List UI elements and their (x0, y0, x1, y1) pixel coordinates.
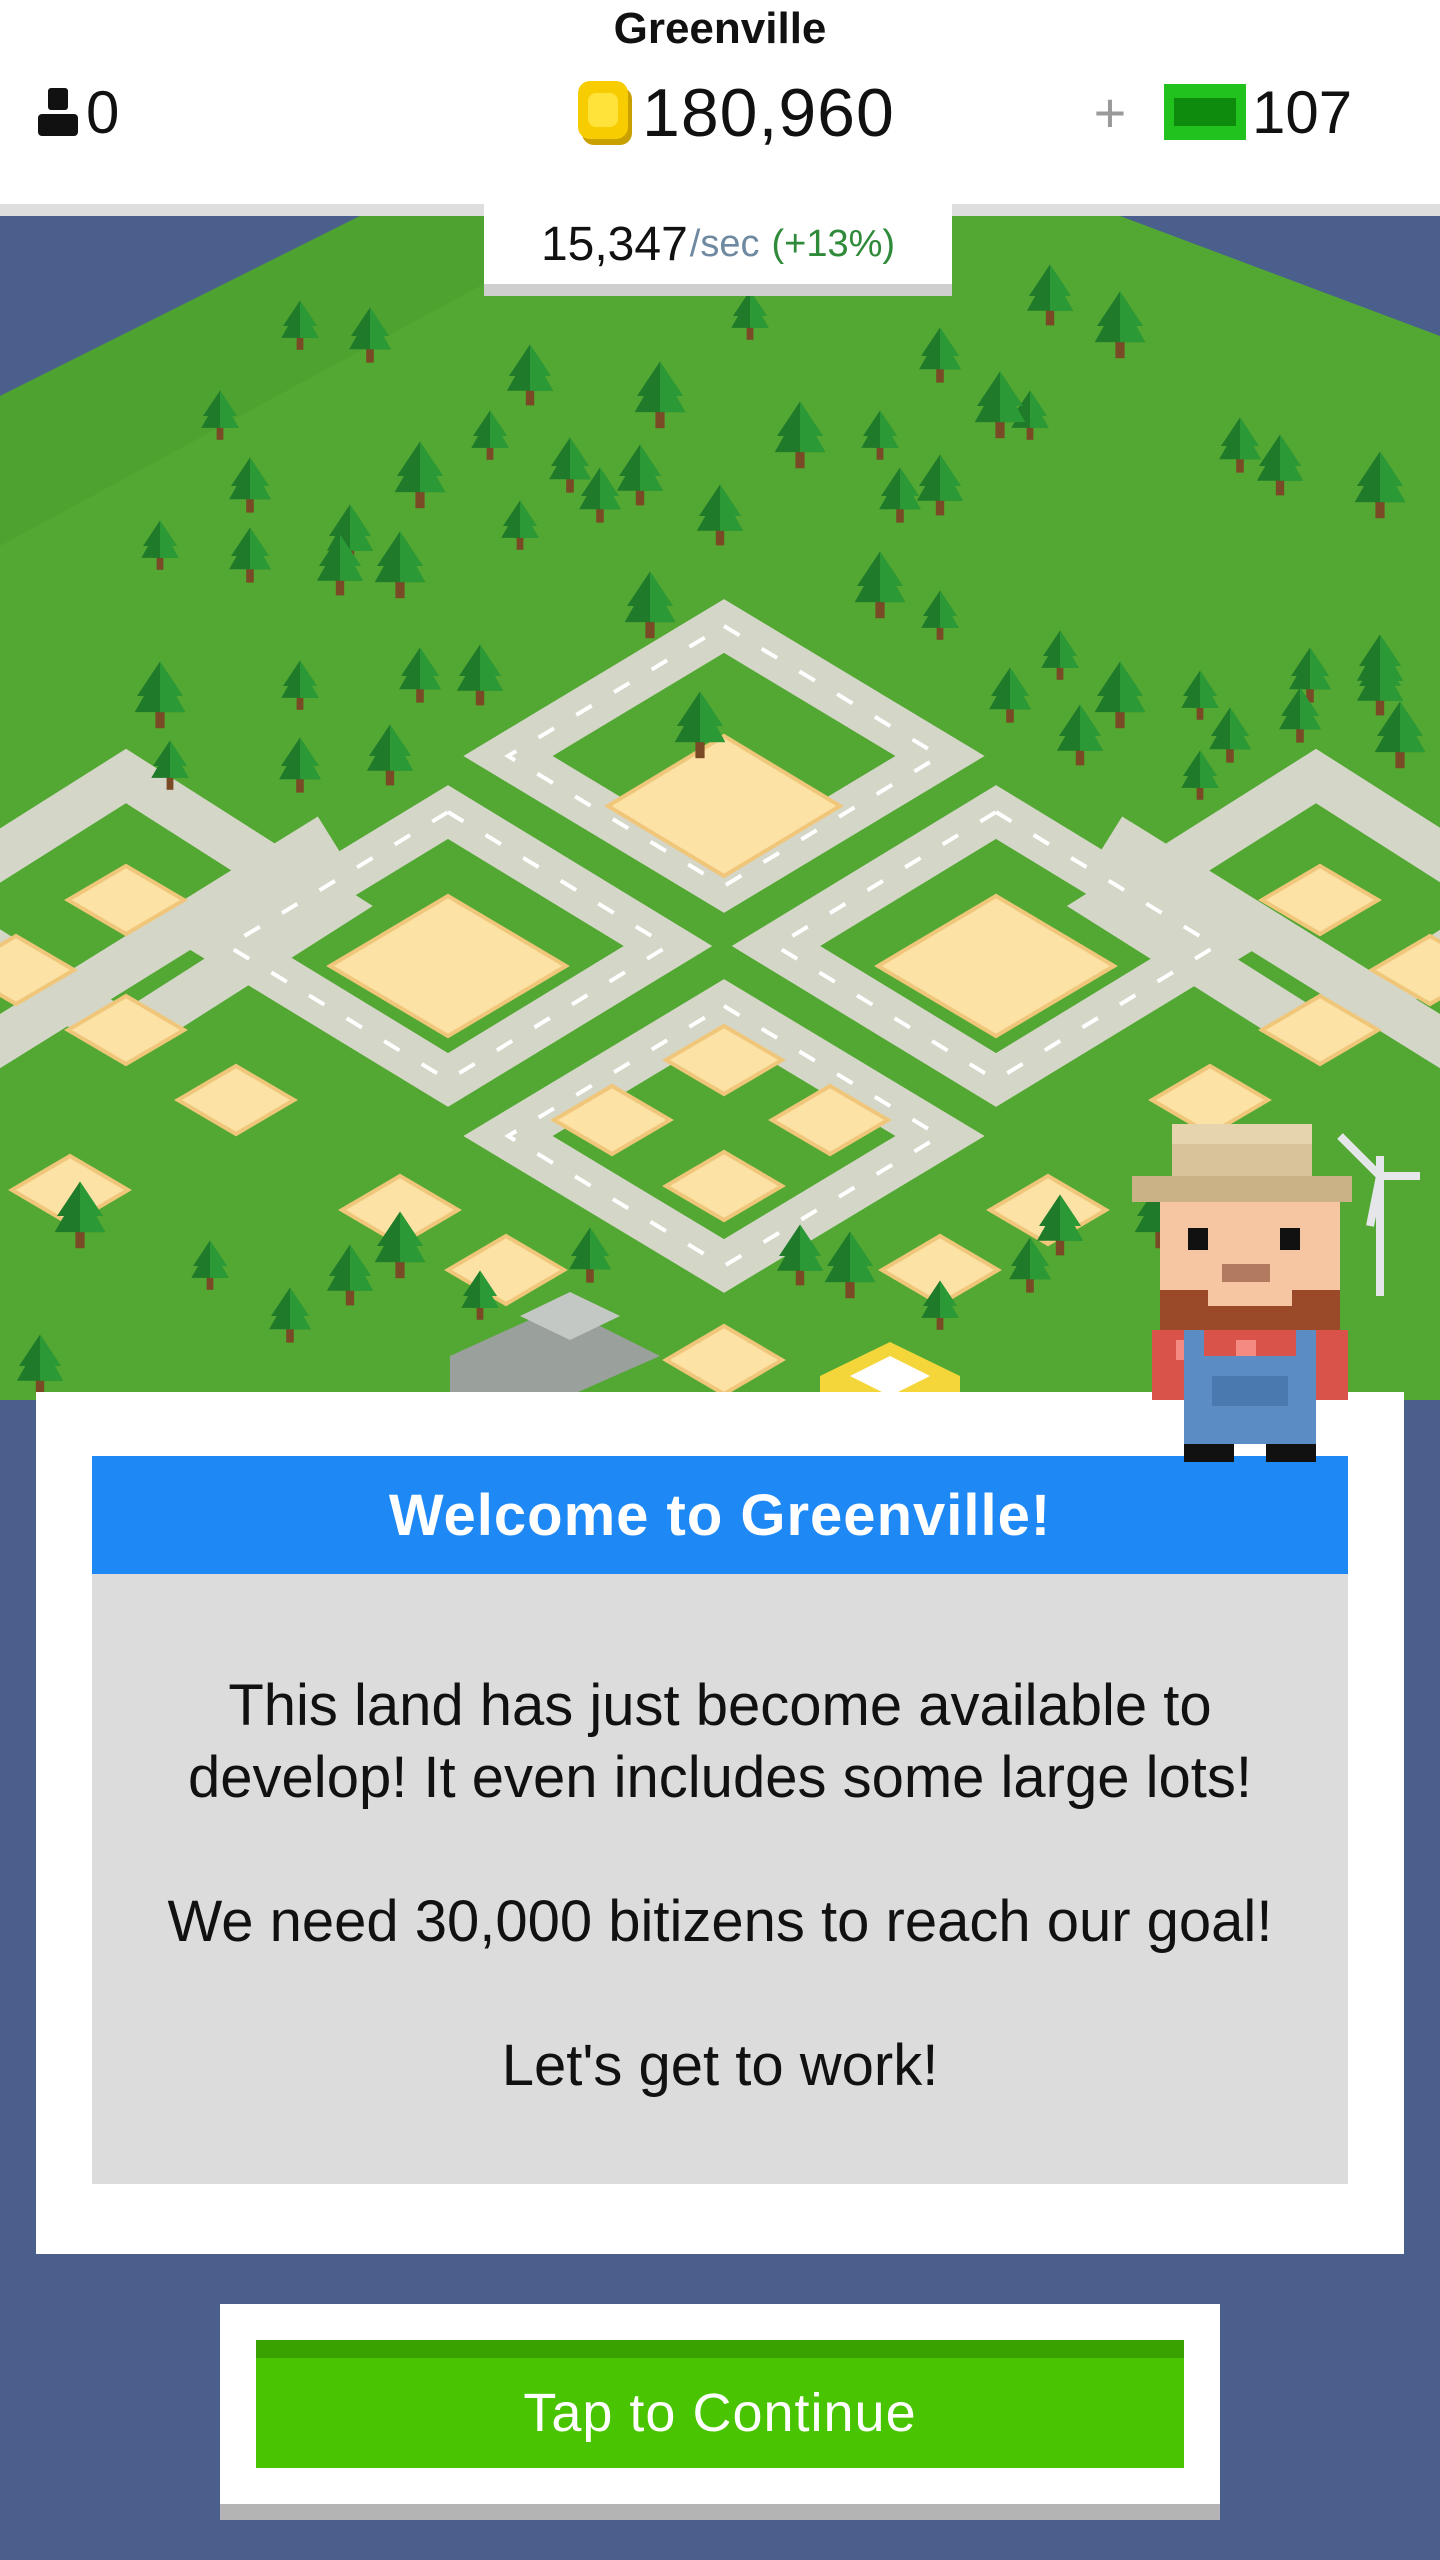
income-rate-bonus: (+13%) (771, 222, 896, 265)
tap-to-continue-button[interactable]: Tap to Continue (256, 2340, 1184, 2468)
continue-button-frame: Tap to Continue (220, 2304, 1220, 2520)
continue-button-label: Tap to Continue (523, 2383, 917, 2443)
income-rate-tab: 15,347 /sec (+13%) (484, 204, 952, 296)
dialog-title: Welcome to Greenville! (388, 1482, 1052, 1548)
welcome-dialog: Welcome to Greenville! This land has jus… (36, 1392, 1404, 2254)
dialog-body: This land has just become available to d… (92, 1574, 1348, 2184)
coin-icon (578, 81, 632, 145)
population-value: 0 (86, 78, 120, 146)
cash-value: 107 (1252, 78, 1353, 146)
coins-counter: 180,960 (576, 70, 895, 156)
cash-counter: + 107 (1080, 72, 1352, 152)
dialog-text-line: develop! It even includes some large lot… (188, 1745, 1252, 1810)
coins-value: 180,960 (642, 75, 895, 151)
population-counter: 0 (36, 72, 119, 152)
add-cash-button[interactable]: + (1080, 80, 1140, 145)
income-rate-value: 15,347 (540, 217, 688, 271)
dialog-header: Welcome to Greenville! (92, 1456, 1348, 1574)
dialog-text-line: We need 30,000 bitizens to reach our goa… (167, 1889, 1273, 1954)
income-rate-unit: /sec (689, 222, 760, 265)
dialog-text-line: This land has just become available to (228, 1673, 1212, 1738)
city-name: Greenville (613, 4, 827, 53)
cash-bill-icon (1164, 84, 1246, 140)
person-icon (38, 88, 78, 136)
farmer-character (1132, 1124, 1352, 1462)
top-hud: Greenville 0 180,960 + 107 (0, 0, 1440, 216)
dialog-text-line: Let's get to work! (501, 2033, 939, 2098)
